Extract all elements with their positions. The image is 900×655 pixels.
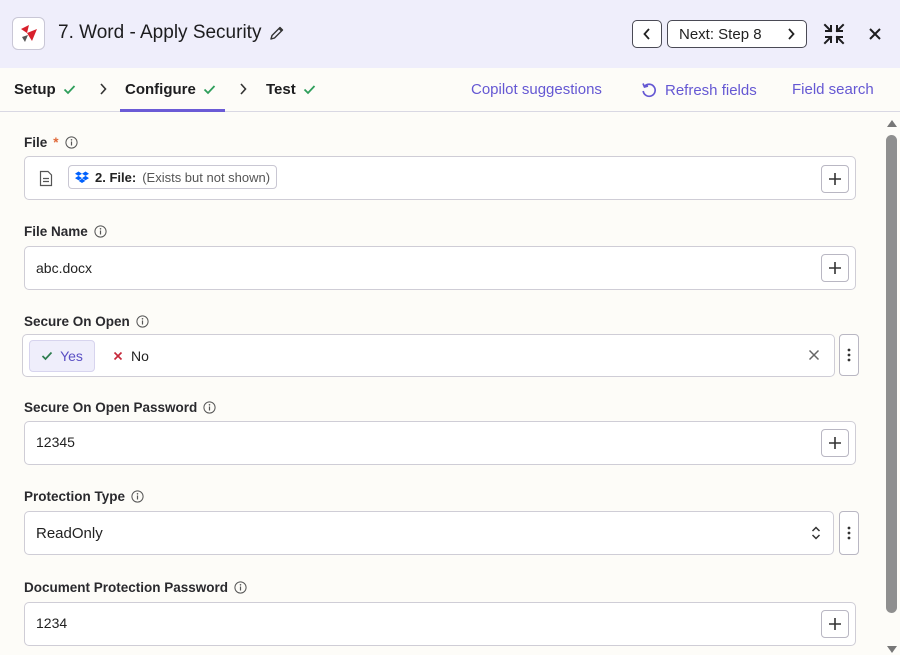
dropbox-icon [75,171,89,183]
x-icon [113,351,123,361]
plus-icon [829,262,841,274]
tab-setup[interactable]: Setup [14,81,76,98]
next-step-label: Next: Step 8 [679,25,762,43]
refresh-fields-label: Refresh fields [665,81,757,99]
insert-data-button[interactable] [821,429,849,457]
info-icon[interactable] [64,136,78,149]
step-title: 7. Word - Apply Security [58,22,285,44]
file-chip-detail: (Exists but not shown) [142,169,271,185]
plus-icon [829,618,841,630]
collapse-button[interactable] [822,22,846,46]
more-options-button[interactable] [839,334,859,376]
file-name-label-text: File Name [24,224,88,239]
more-vertical-icon [847,348,851,362]
previous-step-button[interactable] [632,20,662,48]
protection-type-label-text: Protection Type [24,489,126,504]
word-app-icon [20,24,37,42]
no-option[interactable]: No [113,348,149,364]
file-name-value: abc.docx [36,260,93,276]
step-tabs: Setup Configure Test Copilot suggestions… [0,68,900,112]
protection-type-select[interactable]: ReadOnly [24,511,834,555]
copilot-suggestions-link[interactable]: Copilot suggestions [471,81,602,98]
step-title-text: 7. Word - Apply Security [58,22,262,43]
check-icon [203,85,215,95]
insert-data-button[interactable] [821,254,849,282]
refresh-icon [642,83,656,98]
field-search-link[interactable]: Field search [792,81,874,98]
scroll-down-arrow-icon[interactable] [886,645,898,655]
more-vertical-icon [847,526,851,540]
document-icon [39,170,53,187]
document-protection-password-input[interactable]: 1234 [24,602,856,646]
scrollbar-thumb[interactable] [886,135,897,613]
file-label-text: File [24,135,48,150]
tab-test-label: Test [266,81,296,98]
file-label: File * [24,135,78,150]
file-mapped-chip[interactable]: 2. File: (Exists but not shown) [68,165,278,189]
close-button[interactable] [866,25,884,43]
file-name-label: File Name [24,224,107,239]
tab-configure[interactable]: Configure [125,81,216,98]
document-protection-password-label: Document Protection Password [24,580,247,595]
chevron-left-icon [643,28,650,40]
secure-on-open-password-input[interactable]: 12345 [24,421,856,465]
document-protection-password-value: 1234 [36,615,68,631]
info-icon[interactable] [203,401,216,414]
info-icon[interactable] [131,490,144,503]
info-icon[interactable] [234,581,247,594]
required-marker: * [53,135,59,150]
plus-icon [829,437,841,449]
secure-on-open-toggle[interactable]: Yes No [22,334,835,377]
no-option-label: No [131,348,149,364]
tab-configure-label: Configure [125,81,196,98]
file-name-input[interactable]: abc.docx [24,246,856,290]
next-step-button[interactable]: Next: Step 8 [667,20,807,48]
close-icon [869,28,881,40]
app-logo [12,17,45,50]
secure-on-open-password-value: 12345 [36,434,75,450]
select-arrows-icon [811,526,821,540]
chevron-right-icon [240,83,247,95]
document-protection-password-label-text: Document Protection Password [24,580,229,595]
more-options-button[interactable] [839,511,859,555]
protection-type-label: Protection Type [24,489,144,504]
check-icon [41,351,53,361]
file-field[interactable]: 2. File: (Exists but not shown) [24,156,856,200]
collapse-arrows-icon [823,23,845,45]
tab-test[interactable]: Test [266,81,316,98]
info-icon[interactable] [94,225,107,238]
check-icon [63,85,75,95]
tab-setup-label: Setup [14,81,56,98]
insert-data-button[interactable] [821,610,849,638]
configure-form: File * 2. File: (Exists but not shown) F… [0,112,884,655]
check-icon [303,85,315,95]
scroll-up-arrow-icon[interactable] [886,118,898,128]
insert-data-button[interactable] [821,165,849,193]
plus-icon [829,173,841,185]
clear-icon[interactable] [808,349,820,361]
secure-on-open-password-label: Secure On Open Password [24,400,216,415]
secure-on-open-password-label-text: Secure On Open Password [24,400,198,415]
file-chip-title: 2. File: [95,169,137,185]
chevron-right-icon [788,28,795,40]
secure-on-open-label: Secure On Open [24,314,149,329]
refresh-fields-button[interactable]: Refresh fields [640,81,757,99]
yes-option[interactable]: Yes [29,340,95,372]
protection-type-value: ReadOnly [36,525,103,542]
yes-option-label: Yes [60,348,83,364]
info-icon[interactable] [136,315,149,328]
chevron-right-icon [100,83,107,95]
edit-title-icon[interactable] [269,25,285,41]
field-search-label: Field search [792,81,874,98]
step-header: 7. Word - Apply Security Next: Step 8 [0,0,900,68]
copilot-suggestions-label: Copilot suggestions [471,81,602,98]
secure-on-open-label-text: Secure On Open [24,314,130,329]
